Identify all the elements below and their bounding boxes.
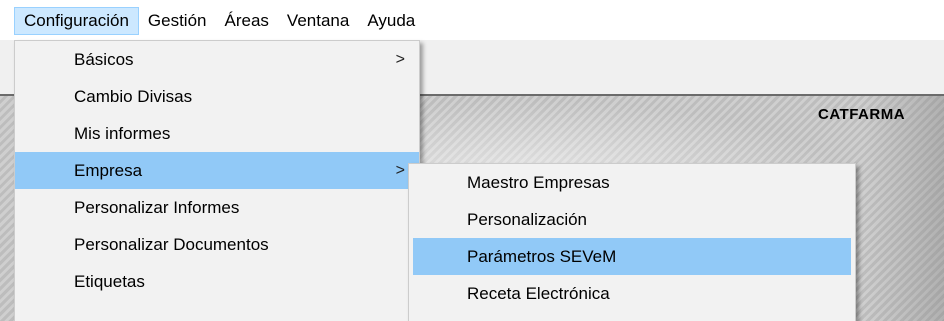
menu-item-basicos[interactable]: Básicos > bbox=[15, 41, 419, 78]
menu-item-label: Empresa bbox=[74, 161, 143, 180]
brand-text: CATFARMA bbox=[818, 106, 906, 123]
menu-areas[interactable]: Áreas bbox=[216, 7, 278, 35]
menu-item-empresa[interactable]: Empresa > bbox=[15, 152, 419, 189]
menu-item-mis-informes[interactable]: Mis informes bbox=[15, 115, 419, 152]
empresa-submenu: Maestro Empresas Personalización Parámet… bbox=[408, 163, 856, 321]
menu-item-cambio-divisas[interactable]: Cambio Divisas bbox=[15, 78, 419, 115]
configuracion-dropdown: Básicos > Cambio Divisas Mis informes Em… bbox=[14, 40, 420, 321]
menu-ayuda[interactable]: Ayuda bbox=[358, 7, 424, 35]
menu-item-label: Etiquetas bbox=[74, 272, 145, 291]
menu-item-label: Personalizar Documentos bbox=[74, 235, 269, 254]
menu-item-etiquetas[interactable]: Etiquetas bbox=[15, 263, 419, 300]
menu-item-maestro-empresas[interactable]: Maestro Empresas bbox=[409, 164, 855, 201]
menu-bar: Configuración Gestión Áreas Ventana Ayud… bbox=[0, 0, 944, 40]
menu-ventana[interactable]: Ventana bbox=[278, 7, 358, 35]
menu-item-label: Básicos bbox=[74, 50, 134, 69]
menu-item-label: Mis informes bbox=[74, 124, 171, 143]
menu-item-label: Personalizar Informes bbox=[74, 198, 240, 217]
menu-item-personalizar-informes[interactable]: Personalizar Informes bbox=[15, 189, 419, 226]
chevron-right-icon: > bbox=[395, 51, 405, 68]
menu-item-label: Personalización bbox=[467, 210, 588, 229]
menu-item-personalizacion[interactable]: Personalización bbox=[409, 201, 855, 238]
menu-item-personalizar-documentos[interactable]: Personalizar Documentos bbox=[15, 226, 419, 263]
chevron-right-icon: > bbox=[395, 162, 405, 179]
menu-item-label: Receta Electrónica bbox=[467, 284, 610, 303]
menu-item-label: Maestro Empresas bbox=[467, 173, 610, 192]
menu-configuracion[interactable]: Configuración bbox=[14, 7, 139, 35]
menu-item-receta-electronica[interactable]: Receta Electrónica bbox=[409, 275, 855, 312]
menu-item-label: Parámetros SEVeM bbox=[467, 247, 617, 266]
menu-item-parametros-sevem[interactable]: Parámetros SEVeM bbox=[413, 238, 851, 275]
menu-gestion[interactable]: Gestión bbox=[139, 7, 216, 35]
menu-item-label: Cambio Divisas bbox=[74, 87, 193, 106]
